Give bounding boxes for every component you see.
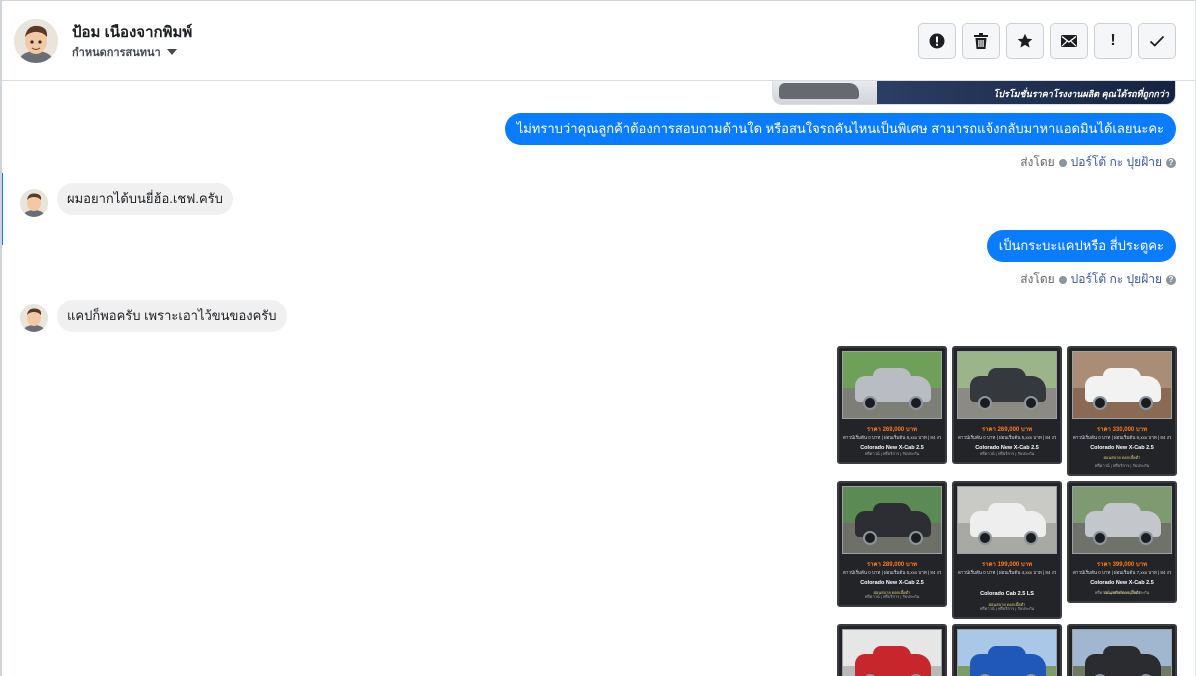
- car-model: Colorado New X-Cab 2.5: [1090, 445, 1154, 451]
- report-button[interactable]: [918, 23, 956, 59]
- sent-by-info: ส่งโดย ปอร์โต้ กะ ปุยฝ้าย ?: [1020, 270, 1176, 289]
- star-button[interactable]: [1006, 23, 1044, 59]
- car-listing-image[interactable]: ราคา 269,000 บาท ดาวน์เริ่มต้น 0 บาท | ผ…: [837, 346, 947, 464]
- car-spec: ดาวน์เริ่มต้น 0 บาท | ผ่อนเริ่มต้น 5,xxx…: [958, 435, 1056, 440]
- conversation-toolbar: !: [918, 23, 1176, 59]
- car-listing-image[interactable]: ราคา 330,000 บาท ดาวน์เริ่มต้น 0 บาท | ผ…: [1067, 346, 1177, 476]
- promo-caption: โปรโมชั่นราคาโรงงานผลิต คุณได้รถที่ถูกกว…: [993, 89, 1169, 99]
- chevron-down-icon: [166, 49, 177, 55]
- car-footer: ฟรีดาวน์ | ฟรีบริการ | รับประกัน: [864, 594, 920, 599]
- star-icon: [1017, 33, 1033, 48]
- outgoing-message[interactable]: ไม่ทราบว่าคุณลูกค้าต้องการสอบถามด้านใด ห…: [504, 113, 1176, 145]
- car-spec: ดาวน์เริ่มต้น 0 บาท | ผ่อนเริ่มต้น 4,xxx…: [958, 570, 1056, 575]
- car-price: ราคา 269,000 บาท: [866, 427, 918, 433]
- envelope-icon: [1061, 35, 1077, 47]
- car-model: Colorado New X-Cab 2.5: [1090, 580, 1154, 586]
- car-footer: ฟรีดาวน์ | ฟรีบริการ | รับประกัน: [979, 606, 1035, 611]
- car-price: ราคา 199,000 บาท: [981, 562, 1033, 568]
- delete-button[interactable]: [962, 23, 1000, 59]
- car-listing-image[interactable]: [952, 624, 1062, 676]
- mark-unread-button[interactable]: [1050, 23, 1088, 59]
- car-note: ผ่อนสบาย ดอกเบี้ยต่ำ: [1103, 455, 1141, 460]
- contact-avatar-small[interactable]: [20, 304, 48, 332]
- message-thread[interactable]: โปรโมชั่นราคาโรงงานผลิต คุณได้รถที่ถูกกว…: [2, 81, 1195, 676]
- contact-avatar-small[interactable]: [20, 189, 48, 217]
- car-listing-image[interactable]: ราคา 199,000 บาท ดาวน์เริ่มต้น 0 บาท | ผ…: [952, 481, 1062, 619]
- agent-name[interactable]: ปอร์โต้ กะ ปุยฝ้าย: [1071, 153, 1162, 172]
- incoming-message[interactable]: ผมอยากได้บนยี่ฮ้อ.เชฟ.ครับ: [57, 183, 233, 215]
- car-image: [779, 83, 859, 99]
- car-footer: ฟรีดาวน์ | ฟรีบริการ | รับประกัน: [1094, 463, 1150, 468]
- car-spec: ดาวน์เริ่มต้น 0 บาท | ผ่อนเริ่มต้น 5,xxx…: [843, 435, 941, 440]
- mark-done-button[interactable]: [1138, 23, 1176, 59]
- car-spec: ดาวน์เริ่มต้น 0 บาท | ผ่อนเริ่มต้น 6,xxx…: [1073, 435, 1171, 440]
- car-price: ราคา 289,000 บาท: [866, 562, 918, 568]
- car-model: Colorado New X-Cab 2.5: [860, 580, 924, 586]
- conversation-header: ป้อม เนืองจากพิมพ์ กำหนดการสนทนา !: [2, 1, 1195, 81]
- conversation-stage-dropdown[interactable]: กำหนดการสนทนา: [72, 43, 177, 61]
- sent-by-info: ส่งโดย ปอร์โต้ กะ ปุยฝ้าย ?: [1020, 153, 1176, 172]
- car-listing-image[interactable]: ราคา 269,000 บาท ดาวน์เริ่มต้น 0 บาท | ผ…: [952, 346, 1062, 464]
- sent-by-label: ส่งโดย: [1020, 272, 1055, 286]
- stage-label: กำหนดการสนทนา: [72, 47, 161, 59]
- car-price: ราคา 330,000 บาท: [1096, 427, 1148, 433]
- trash-icon: [974, 33, 988, 49]
- selection-indicator: [2, 173, 3, 245]
- car-listing-image[interactable]: ราคา 399,000 บาท ดาวน์เริ่มต้น 0 บาท | ผ…: [1067, 481, 1177, 603]
- car-spec: ดาวน์เริ่มต้น 0 บาท | ผ่อนเริ่มต้น 5,xxx…: [843, 570, 941, 575]
- car-price: ราคา 269,000 บาท: [981, 427, 1033, 433]
- car-price: ราคา 399,000 บาท: [1096, 562, 1148, 568]
- car-listing-image[interactable]: ราคา 289,000 บาท ดาวน์เริ่มต้น 0 บาท | ผ…: [837, 481, 947, 607]
- contact-avatar[interactable]: [14, 19, 58, 63]
- car-footer: ฟรีดาวน์ | ฟรีบริการ | รับประกัน: [864, 451, 920, 456]
- help-icon[interactable]: ?: [1166, 274, 1176, 285]
- alert-circle-icon: [929, 33, 945, 49]
- promo-image-attachment[interactable]: โปรโมชั่นราคาโรงงานผลิต คุณได้รถที่ถูกกว…: [772, 81, 1176, 105]
- car-listing-image[interactable]: [837, 624, 947, 676]
- incoming-message[interactable]: แคปก็พอครับ เพราะเอาไว้ขนของครับ: [57, 300, 287, 332]
- car-footer: ฟรีดาวน์ | ฟรีบริการ | รับประกัน: [979, 451, 1035, 456]
- important-button[interactable]: !: [1094, 23, 1132, 59]
- exclamation-icon: !: [1110, 32, 1116, 49]
- car-model: Colorado Cab 2.5 LS: [980, 591, 1034, 597]
- outgoing-message[interactable]: เป็นกระบะแคปหรือ สี่ประตูคะ: [986, 230, 1176, 262]
- sent-by-label: ส่งโดย: [1020, 155, 1055, 169]
- car-spec: ดาวน์เริ่มต้น 0 บาท | ผ่อนเริ่มต้น 7,xxx…: [1073, 570, 1171, 575]
- contact-name: ป้อม เนืองจากพิมพ์: [72, 24, 193, 41]
- car-listing-image[interactable]: [1067, 624, 1177, 676]
- checkmark-icon: [1149, 35, 1165, 47]
- agent-name[interactable]: ปอร์โต้ กะ ปุยฝ้าย: [1071, 270, 1162, 289]
- verified-icon: [1058, 158, 1067, 167]
- conversation-panel: ป้อม เนืองจากพิมพ์ กำหนดการสนทนา ! โปรโม…: [0, 0, 1196, 676]
- car-footer: ฟรีดาวน์ | ฟรีบริการ | รับประกัน: [1094, 590, 1150, 595]
- help-icon[interactable]: ?: [1166, 157, 1176, 168]
- verified-icon: [1058, 275, 1067, 284]
